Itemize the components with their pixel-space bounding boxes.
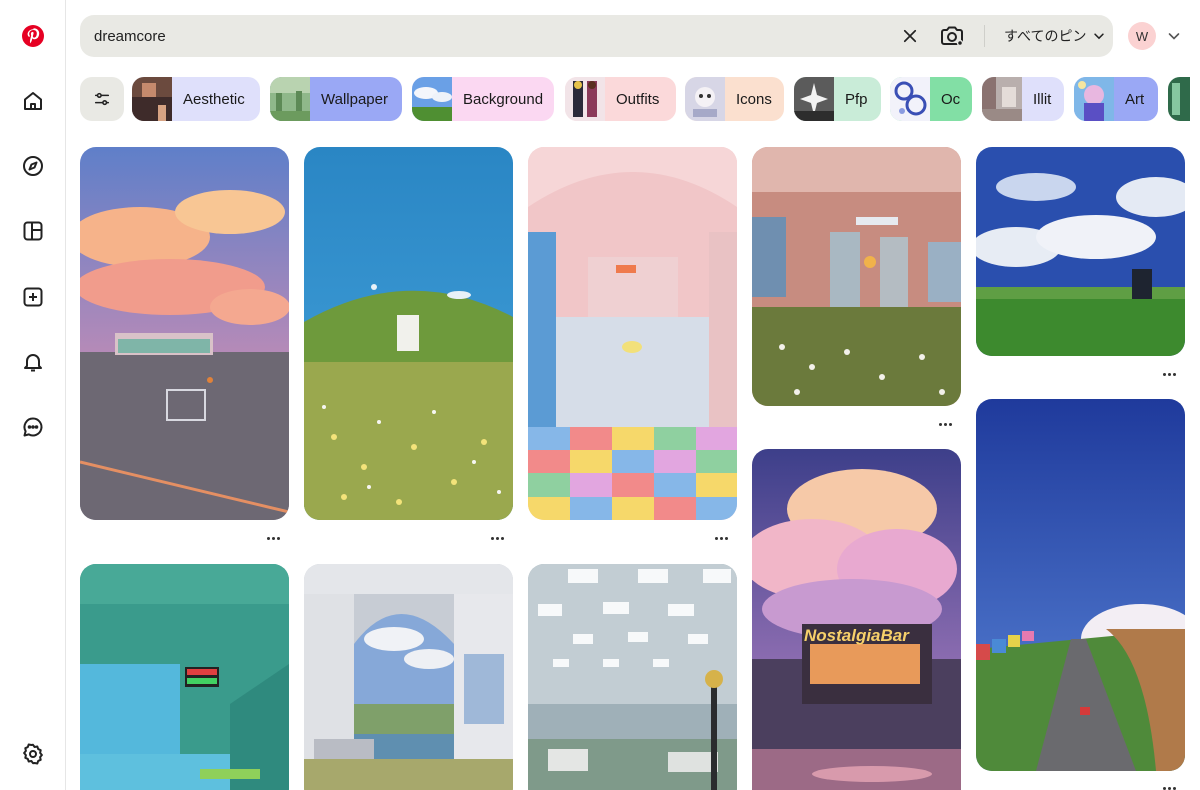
pin-card[interactable] xyxy=(304,564,513,790)
chip-thumbnail xyxy=(685,77,725,121)
chip-thumbnail xyxy=(982,77,1022,121)
pin-image xyxy=(528,147,737,520)
pin-card[interactable] xyxy=(752,147,961,406)
chip-thumbnail xyxy=(270,77,310,121)
chip-outfits[interactable]: Outfits xyxy=(565,77,676,121)
chip-label: Art xyxy=(1125,90,1145,108)
search-input[interactable] xyxy=(94,15,874,57)
pin-filter-label: すべてのピン xyxy=(1004,29,1087,45)
pinterest-logo[interactable] xyxy=(19,22,47,50)
pin-image xyxy=(80,147,289,520)
pin-image xyxy=(304,564,513,790)
pin-filter-dropdown[interactable]: すべてのピン xyxy=(1004,15,1106,57)
clear-search-button[interactable] xyxy=(898,24,922,48)
chip-thumbnail xyxy=(890,77,930,121)
compass-icon[interactable] xyxy=(19,152,47,180)
pin-image xyxy=(528,564,737,790)
pin-more-button[interactable] xyxy=(1159,783,1179,790)
chevron-down-icon xyxy=(1094,33,1105,40)
pin-image xyxy=(752,147,961,406)
search-bar: すべてのピン xyxy=(80,15,1113,57)
filter-settings-button[interactable] xyxy=(80,77,124,121)
pin-card[interactable] xyxy=(528,564,737,790)
pin-more-button[interactable] xyxy=(711,533,731,543)
pin-card[interactable] xyxy=(976,147,1185,356)
chip-pfp[interactable]: Pfp xyxy=(794,77,881,121)
boards-icon[interactable] xyxy=(19,217,47,245)
chip-illit[interactable]: Illit xyxy=(982,77,1064,121)
sidebar xyxy=(0,0,66,790)
pin-card[interactable]: NostalgiaBar xyxy=(752,449,961,790)
avatar[interactable]: W xyxy=(1128,22,1156,50)
chip-label: Icons xyxy=(736,90,772,108)
chat-icon[interactable] xyxy=(19,413,47,441)
chip-icons[interactable]: Icons xyxy=(685,77,784,121)
chip-wallpaper[interactable]: Wallpaper xyxy=(270,77,402,121)
search-divider xyxy=(984,25,985,47)
avatar-initial: W xyxy=(1135,28,1149,44)
pin-grid: NostalgiaBar xyxy=(80,147,1190,790)
pin-card[interactable] xyxy=(80,564,289,790)
pin-more-button[interactable] xyxy=(263,533,283,543)
chip-label: Background xyxy=(463,90,544,108)
visual-search-button[interactable] xyxy=(938,23,966,49)
chip-label: Aesthetic xyxy=(183,90,245,108)
bell-icon[interactable] xyxy=(19,348,47,376)
pin-card[interactable] xyxy=(976,399,1185,771)
chip-thumbnail xyxy=(412,77,452,121)
gear-icon[interactable] xyxy=(19,740,47,768)
pin-more-button[interactable] xyxy=(487,533,507,543)
pin-card[interactable] xyxy=(80,147,289,520)
chip-thumbnail xyxy=(132,77,172,121)
chip-thumbnail xyxy=(565,77,605,121)
chip-more[interactable] xyxy=(1168,77,1190,121)
svg-text:NostalgiaBar: NostalgiaBar xyxy=(804,626,910,645)
chip-thumbnail xyxy=(1168,77,1190,121)
camera-icon xyxy=(941,26,964,47)
pin-image xyxy=(304,147,513,520)
chip-label: Oc xyxy=(941,90,961,108)
home-icon[interactable] xyxy=(19,87,47,115)
chevron-down-icon[interactable] xyxy=(1166,28,1182,44)
chip-art[interactable]: Art xyxy=(1074,77,1158,121)
chip-oc[interactable]: Oc xyxy=(890,77,972,121)
chip-label: Illit xyxy=(1033,90,1052,108)
pin-image: NostalgiaBar xyxy=(752,449,961,790)
close-icon xyxy=(903,29,917,43)
pin-card[interactable] xyxy=(304,147,513,520)
pin-image xyxy=(80,564,289,790)
pin-image xyxy=(976,399,1185,771)
chip-thumbnail xyxy=(1074,77,1114,121)
sliders-icon xyxy=(94,92,110,106)
plus-icon[interactable] xyxy=(19,283,47,311)
chip-background[interactable]: Background xyxy=(412,77,554,121)
pin-more-button[interactable] xyxy=(935,419,955,429)
chip-label: Pfp xyxy=(845,90,868,108)
chip-thumbnail xyxy=(794,77,834,121)
pin-card[interactable] xyxy=(528,147,737,520)
chip-aesthetic[interactable]: Aesthetic xyxy=(132,77,260,121)
chip-label: Outfits xyxy=(616,90,660,108)
suggestion-chips: Aesthetic Wallpaper Background Outfits I… xyxy=(80,77,1190,121)
pin-more-button[interactable] xyxy=(1159,369,1179,379)
chip-label: Wallpaper xyxy=(321,90,388,108)
pin-image xyxy=(976,147,1185,356)
